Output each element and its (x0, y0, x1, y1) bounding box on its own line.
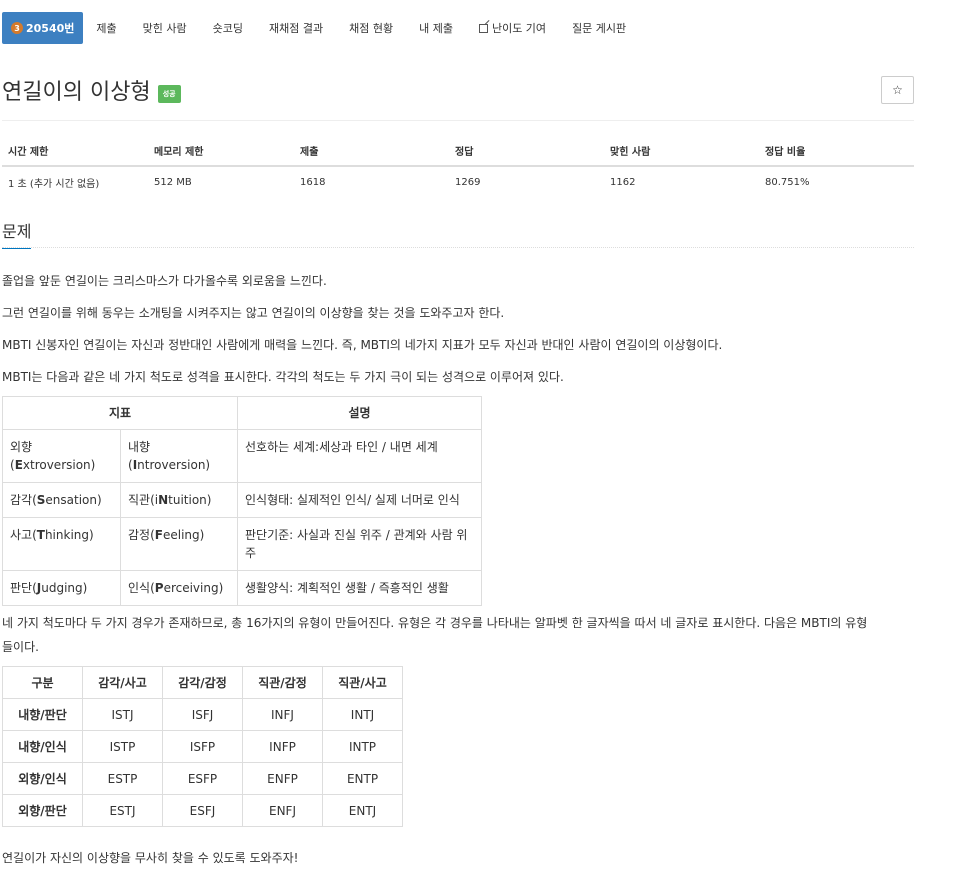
difficulty-label: 난이도 기여 (491, 22, 547, 35)
table-header: 지표 (2, 396, 238, 430)
row-label: 외향/인식 (2, 762, 83, 795)
table-header: 설명 (237, 396, 482, 430)
indicator-cell: 감각(Sensation) (2, 482, 121, 518)
paragraph: 네 가지 척도마다 두 가지 경우가 존재하므로, 총 16가지의 유형이 만들… (2, 616, 868, 630)
problem-page: 3 20540번 제출 맞힌 사람 숏코딩 재채점 결과 채점 현황 내 제출 … (0, 0, 960, 872)
problem-number-label: 20540번 (26, 22, 75, 35)
indicator-cell: 판단(Judging) (2, 570, 121, 606)
info-value-row: 1 초 (추가 시간 없음) 512 MB 1618 1269 1162 80.… (2, 166, 914, 195)
info-header: 정답 (449, 138, 604, 167)
info-header: 정답 비율 (759, 138, 914, 167)
problem-info-table: 시간 제한 메모리 제한 제출 정답 맞힌 사람 정답 비율 1 초 (추가 시… (2, 138, 914, 195)
description-cell: 판단기준: 사실과 진실 위주 / 관계와 사람 위주 (237, 517, 482, 571)
table-header: 구분 (2, 666, 83, 699)
status-badge: 성공 (157, 85, 181, 103)
info-value: 512 MB (154, 177, 192, 188)
tab-board[interactable]: 질문 게시판 (559, 12, 639, 44)
row-label: 내향/판단 (2, 698, 83, 731)
table-row: 감각(Sensation) 직관(iNtuition) 인식형태: 실제적인 인… (2, 482, 482, 518)
tab-solved-users[interactable]: 맞힌 사람 (130, 12, 200, 44)
section-title: 문제 (2, 218, 32, 249)
row-label: 내향/인식 (2, 730, 83, 763)
type-cell: INTJ (322, 698, 403, 731)
info-value[interactable]: 1618 (294, 166, 449, 195)
type-cell: ESFP (162, 762, 243, 795)
info-value: 1 초 (추가 시간 없음) (8, 179, 100, 190)
tier-icon: 3 (11, 22, 23, 34)
table-row: 외향/판단 ESTJ ESFJ ENFJ ENTJ (2, 794, 403, 827)
description-cell: 선호하는 세계:세상과 타인 / 내면 세계 (237, 429, 482, 483)
star-button[interactable]: ☆ (881, 76, 914, 104)
type-cell: ESTP (82, 762, 163, 795)
indicator-cell: 인식(Perceiving) (120, 570, 238, 606)
tab-difficulty[interactable]: 난이도 기여 (466, 12, 559, 44)
table-header: 감각/감정 (162, 666, 243, 699)
type-cell: ESFJ (162, 794, 243, 827)
info-header: 시간 제한 (2, 138, 148, 167)
type-cell: ISTP (82, 730, 163, 763)
indicator-cell: 직관(iNtuition) (120, 482, 238, 518)
type-cell: ESTJ (82, 794, 163, 827)
external-link-icon (478, 23, 488, 33)
indicator-cell: 내향 (Introversion) (120, 429, 238, 483)
tab-rejudge[interactable]: 재채점 결과 (256, 12, 336, 44)
paragraph: 그런 연길이를 위해 동우는 소개팅을 시켜주지는 않고 연길이의 이상향을 찾… (2, 306, 505, 320)
type-cell: ENFJ (242, 794, 323, 827)
paragraph: MBTI 신봉자인 연길이는 자신과 정반대인 사람에게 매력을 느낀다. 즉,… (2, 338, 723, 352)
section-header: 문제 (2, 218, 914, 249)
mbti-indicator-table: 지표 설명 외향 (Extroversion) 내향 (Introversion) … (2, 396, 482, 606)
indicator-cell: 감정(Feeling) (120, 517, 238, 571)
table-header: 감각/사고 (82, 666, 163, 699)
tab-my-submissions[interactable]: 내 제출 (406, 12, 466, 44)
table-row: 구분 감각/사고 감각/감정 직관/감정 직관/사고 (2, 666, 403, 699)
type-cell: ENFP (242, 762, 323, 795)
tab-submit[interactable]: 제출 (83, 12, 129, 44)
info-header: 메모리 제한 (148, 138, 294, 167)
type-cell: ENTJ (322, 794, 403, 827)
paragraph: MBTI는 다음과 같은 네 가지 척도로 성격을 표시한다. 각각의 척도는 … (2, 370, 564, 384)
table-row: 외향/인식 ESTP ESFP ENFP ENTP (2, 762, 403, 795)
info-value: 1269 (455, 177, 481, 188)
paragraph: 연길이가 자신의 이상향을 무사히 찾을 수 있도록 도와주자! (2, 851, 299, 865)
table-row: 외향 (Extroversion) 내향 (Introversion) 선호하는 세… (2, 429, 482, 483)
info-header-row: 시간 제한 메모리 제한 제출 정답 맞힌 사람 정답 비율 (2, 138, 914, 167)
info-header: 제출 (294, 138, 449, 167)
table-header: 직관/감정 (242, 666, 323, 699)
info-value: 80.751% (765, 177, 810, 188)
tab-shortest[interactable]: 숏코딩 (200, 12, 256, 44)
tab-problem-number[interactable]: 3 20540번 (2, 12, 84, 44)
indicator-cell: 사고(Thinking) (2, 517, 121, 571)
paragraph: 들이다. (2, 640, 39, 654)
description-cell: 인식형태: 실제적인 인식/ 실제 너머로 인식 (237, 482, 482, 518)
type-cell: INFP (242, 730, 323, 763)
problem-tabs: 3 20540번 제출 맞힌 사람 숏코딩 재채점 결과 채점 현황 내 제출 … (2, 12, 639, 44)
type-cell: INFJ (242, 698, 323, 731)
table-row: 내향/인식 ISTP ISFP INFP INTP (2, 730, 403, 763)
type-cell: INTP (322, 730, 403, 763)
table-row: 지표 설명 (2, 396, 482, 430)
table-row: 사고(Thinking) 감정(Feeling) 판단기준: 사실과 진실 위주… (2, 517, 482, 571)
type-cell: ISFP (162, 730, 243, 763)
title-row: 연길이의 이상형 성공 (2, 74, 181, 106)
star-icon: ☆ (892, 83, 903, 97)
indicator-cell: 외향 (Extroversion) (2, 429, 121, 483)
problem-title: 연길이의 이상형 (2, 80, 151, 105)
table-row: 내향/판단 ISTJ ISFJ INFJ INTJ (2, 698, 403, 731)
type-cell: ISTJ (82, 698, 163, 731)
description-cell: 생활양식: 계획적인 생활 / 즉흥적인 생활 (237, 570, 482, 606)
info-header: 맞힌 사람 (604, 138, 759, 167)
type-cell: ENTP (322, 762, 403, 795)
table-header: 직관/사고 (322, 666, 403, 699)
type-cell: ISFJ (162, 698, 243, 731)
paragraph: 졸업을 앞둔 연길이는 크리스마스가 다가올수록 외로움을 느낀다. (2, 274, 327, 288)
mbti-type-table: 구분 감각/사고 감각/감정 직관/감정 직관/사고 내향/판단 ISTJ IS… (2, 666, 403, 827)
table-row: 판단(Judging) 인식(Perceiving) 생활양식: 계획적인 생활… (2, 570, 482, 606)
tab-status[interactable]: 채점 현황 (336, 12, 406, 44)
row-label: 외향/판단 (2, 794, 83, 827)
divider (2, 120, 914, 121)
info-value[interactable]: 1162 (604, 166, 759, 195)
